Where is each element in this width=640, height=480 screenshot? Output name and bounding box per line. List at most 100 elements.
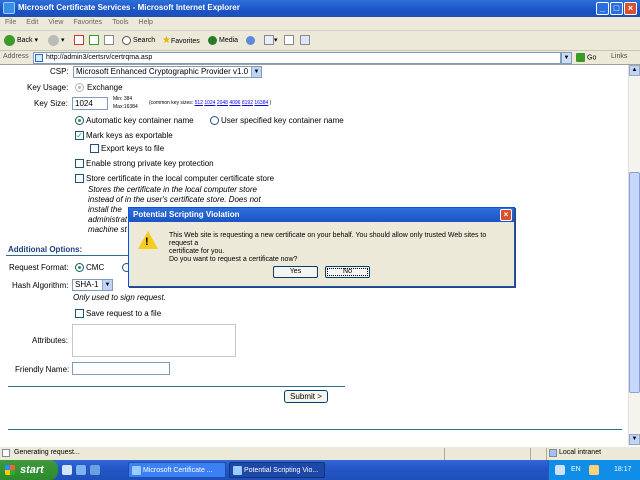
csp-select[interactable]: Microsoft Enhanced Cryptographic Provide… — [73, 66, 262, 78]
dialog-message-line: This Web site is requesting a new certif… — [169, 232, 487, 247]
mark-exportable-label: Mark keys as exportable — [86, 131, 173, 140]
menu-view[interactable]: View — [43, 17, 68, 28]
home-icon — [104, 35, 114, 46]
key-size-link-512[interactable]: 512 — [195, 100, 203, 106]
maximize-button[interactable]: □ — [610, 2, 623, 15]
menu-favorites[interactable]: Favorites — [68, 17, 107, 28]
strong-protection-checkbox[interactable] — [75, 159, 84, 168]
go-arrow-icon — [576, 53, 585, 62]
back-button[interactable]: Back ▾ — [4, 34, 38, 48]
export-to-file-label: Export keys to file — [101, 144, 165, 153]
mark-exportable-checkbox[interactable]: ✓ — [75, 131, 84, 140]
menu-bar: File Edit View Favorites Tools Help — [0, 17, 640, 31]
menu-help[interactable]: Help — [134, 17, 158, 28]
refresh-icon — [89, 35, 99, 46]
media-button[interactable]: Media — [208, 34, 238, 48]
auto-container-label: Automatic key container name — [86, 116, 194, 125]
vertical-scrollbar[interactable]: ▲ ▼ — [628, 65, 640, 446]
star-icon: ★ — [162, 35, 171, 46]
system-tray: EN 18:17 — [548, 460, 640, 480]
menu-tools[interactable]: Tools — [107, 17, 133, 28]
page-icon — [35, 54, 43, 62]
forward-button[interactable]: ▾ — [48, 34, 65, 48]
favorites-label: Favorites — [170, 38, 200, 45]
divider — [6, 255, 146, 256]
ie-quicklaunch-icon[interactable] — [76, 465, 86, 475]
media-label: Media — [219, 37, 239, 44]
taskbar: start Microsoft Certificate ... Potentia… — [0, 460, 640, 480]
key-size-link-16384[interactable]: 16384 — [254, 100, 268, 106]
home-button[interactable] — [104, 34, 114, 48]
user-container-radio[interactable] — [210, 116, 219, 125]
additional-options-heading: Additional Options: — [8, 245, 83, 254]
outlook-quicklaunch-icon[interactable] — [90, 465, 100, 475]
stop-icon — [74, 35, 84, 46]
security-zone: Local intranet — [559, 449, 602, 456]
search-button[interactable]: Search — [122, 34, 155, 48]
window-title: Microsoft Certificate Services - Microso… — [18, 3, 240, 12]
key-size-value: 1024 — [75, 99, 93, 108]
scroll-up-icon[interactable]: ▲ — [629, 65, 640, 76]
key-size-link-1024[interactable]: 1024 — [204, 100, 215, 106]
request-format-cmc-radio[interactable] — [75, 263, 84, 272]
save-request-checkbox[interactable] — [75, 309, 84, 318]
key-size-link-8192[interactable]: 8192 — [242, 100, 253, 106]
export-to-file-checkbox[interactable] — [90, 144, 99, 153]
common-key-sizes: (common key sizes: 512 1024 2048 4096 81… — [149, 100, 271, 106]
csp-value: Microsoft Enhanced Cryptographic Provide… — [76, 67, 249, 76]
scrollbar-thumb[interactable] — [629, 172, 640, 393]
refresh-button[interactable] — [89, 34, 99, 48]
language-indicator[interactable]: EN — [571, 466, 581, 473]
task-scripting-violation[interactable]: Potential Scripting Vio... — [229, 462, 325, 478]
attributes-textarea[interactable] — [72, 324, 236, 357]
menu-file[interactable]: File — [0, 17, 21, 28]
divider — [8, 386, 345, 387]
edit-button[interactable] — [300, 34, 310, 48]
dialog-yes-button[interactable]: Yes — [273, 266, 318, 278]
show-desktop-icon[interactable] — [62, 465, 72, 475]
dialog-icon — [233, 466, 242, 475]
mail-button[interactable]: ▾ — [264, 34, 278, 48]
address-input[interactable]: http://admin3/certsrv/certrqma.asp — [33, 52, 561, 64]
start-button[interactable]: start — [0, 460, 58, 480]
address-url: http://admin3/certsrv/certrqma.asp — [46, 54, 153, 61]
key-size-link-2048[interactable]: 2048 — [217, 100, 228, 106]
friendly-name-input[interactable] — [72, 362, 170, 375]
address-dropdown-button[interactable]: ▼ — [561, 52, 572, 64]
favorites-button[interactable]: ★Favorites — [162, 34, 200, 48]
mail-icon — [264, 35, 274, 46]
request-format-label: Request Format: — [9, 263, 69, 272]
key-size-link-4096[interactable]: 4096 — [229, 100, 240, 106]
close-button[interactable]: × — [624, 2, 637, 15]
links-button[interactable]: Links — [611, 53, 627, 60]
strong-protection-label: Enable strong private key protection — [86, 159, 214, 168]
dialog-no-button[interactable]: No — [325, 266, 370, 278]
media-icon — [208, 35, 217, 45]
hash-algorithm-select[interactable]: SHA-1 ▼ — [72, 279, 113, 291]
go-button[interactable]: Go — [576, 53, 596, 62]
tray-icon[interactable] — [589, 465, 599, 475]
attributes-label: Attributes: — [32, 336, 69, 345]
auto-container-radio[interactable] — [75, 116, 84, 125]
network-icon[interactable] — [555, 465, 565, 475]
csp-label: CSP: — [50, 67, 69, 76]
key-size-input[interactable]: 1024 — [72, 97, 108, 110]
key-size-max: Max:16384 — [113, 104, 138, 110]
task-certificate-services[interactable]: Microsoft Certificate ... — [128, 462, 226, 478]
stop-button[interactable] — [74, 34, 84, 48]
history-button[interactable] — [246, 34, 257, 48]
key-usage-exchange-radio[interactable] — [75, 83, 84, 92]
minimize-button[interactable]: _ — [596, 2, 609, 15]
dialog-close-button[interactable]: × — [500, 209, 512, 221]
store-hint-line: Stores the certificate in the local comp… — [88, 185, 257, 194]
scroll-down-icon[interactable]: ▼ — [629, 434, 640, 445]
print-button[interactable] — [284, 34, 294, 48]
store-local-checkbox[interactable] — [75, 174, 84, 183]
hash-hint: Only used to sign request. — [73, 293, 166, 302]
menu-edit[interactable]: Edit — [21, 17, 43, 28]
title-bar: Microsoft Certificate Services - Microso… — [0, 0, 640, 17]
dialog-message: This Web site is requesting a new certif… — [169, 232, 509, 264]
store-local-label: Store certificate in the local computer … — [86, 174, 275, 183]
friendly-name-label: Friendly Name: — [15, 365, 70, 374]
submit-button[interactable]: Submit > — [284, 390, 328, 403]
